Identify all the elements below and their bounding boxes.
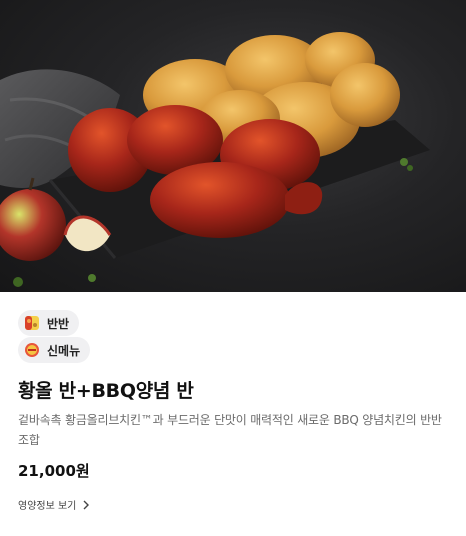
badge-half-half: 반반 bbox=[18, 310, 80, 336]
badge-new-menu: 신메뉴 bbox=[18, 337, 91, 363]
badge-label: 신메뉴 bbox=[47, 343, 81, 358]
nutrition-info-link[interactable]: 영양정보 보기 bbox=[18, 497, 90, 512]
product-title: 황올 반+BBQ양념 반 bbox=[18, 380, 194, 402]
badge-label: 반반 bbox=[47, 316, 70, 331]
product-detail: 반반 신메뉴 황올 반+BBQ양념 반 겉바속촉 황금올리브치킨™과 부드러운 … bbox=[0, 292, 466, 536]
half-half-icon bbox=[24, 315, 40, 331]
fried-chicken-photo-icon bbox=[0, 32, 430, 287]
product-hero-image bbox=[0, 0, 466, 292]
new-menu-icon bbox=[24, 342, 40, 358]
nutrition-info-label: 영양정보 보기 bbox=[18, 501, 77, 512]
product-price: 21,000원 bbox=[18, 462, 90, 480]
product-description: 겉바속촉 황금올리브치킨™과 부드러운 단맛이 매력적인 새로운 BBQ 양념치… bbox=[18, 413, 442, 447]
chevron-right-icon bbox=[82, 500, 90, 510]
